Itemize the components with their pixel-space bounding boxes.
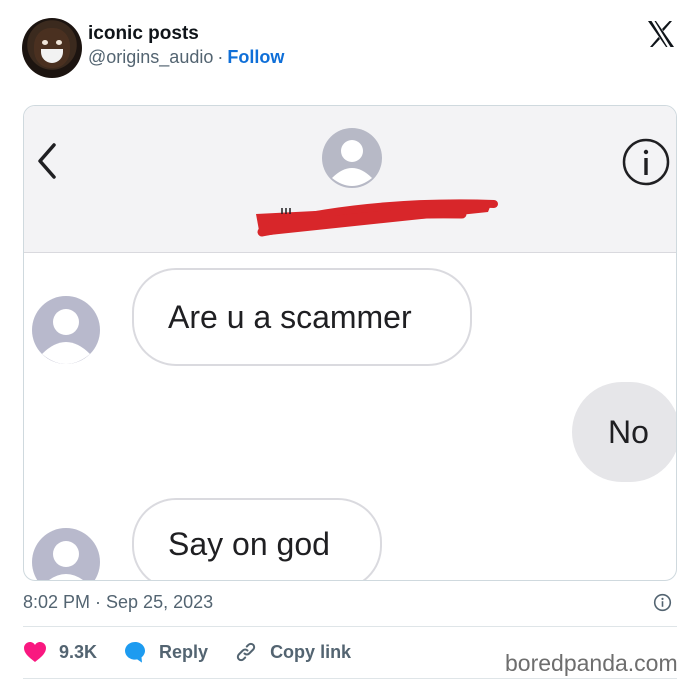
copy-link-label: Copy link <box>270 641 352 662</box>
copy-link-button[interactable]: Copy link <box>234 640 351 664</box>
heart-icon <box>24 642 46 662</box>
tweet-actions: 9.3K Reply Copy link <box>23 638 377 666</box>
author-avatar[interactable] <box>22 18 82 78</box>
follow-button[interactable]: Follow <box>227 47 284 67</box>
redaction-scribble <box>256 199 498 237</box>
tweet-media-screenshot[interactable]: Are u a scammer No Say on god <box>23 105 677 581</box>
author-display-name[interactable]: iconic posts <box>88 23 199 45</box>
link-icon <box>236 642 256 662</box>
contact-avatar-icon <box>32 296 100 364</box>
avatar-eye-left <box>42 40 48 45</box>
handle-separator: · <box>217 47 224 67</box>
reply-bubble-icon <box>125 642 146 663</box>
watermark: boredpanda.com <box>505 650 678 676</box>
divider <box>23 678 677 679</box>
contact-avatar-icon <box>322 128 382 188</box>
author-handle-line: @origins_audio · Follow <box>88 47 284 68</box>
reply-label: Reply <box>159 641 209 662</box>
back-chevron-icon <box>38 143 56 179</box>
author-handle[interactable]: @origins_audio <box>88 47 213 67</box>
info-icon[interactable] <box>653 593 672 612</box>
incoming-message-bubble: Say on god <box>132 498 382 580</box>
tweet-header: iconic posts @origins_audio · Follow <box>0 0 700 100</box>
avatar-eye-right <box>56 40 62 45</box>
incoming-message-bubble: Are u a scammer <box>132 268 472 366</box>
info-icon <box>622 138 670 186</box>
outgoing-message-bubble: No <box>572 382 676 482</box>
x-logo-icon[interactable] <box>646 20 676 48</box>
contact-avatar-icon <box>32 528 100 580</box>
reply-button[interactable]: Reply <box>123 640 208 664</box>
like-count: 9.3K <box>59 641 98 662</box>
like-button[interactable]: 9.3K <box>23 641 97 663</box>
tweet-timestamp[interactable]: 8:02 PM · Sep 25, 2023 <box>23 592 213 613</box>
imessage-header <box>24 106 676 253</box>
divider <box>23 626 677 627</box>
